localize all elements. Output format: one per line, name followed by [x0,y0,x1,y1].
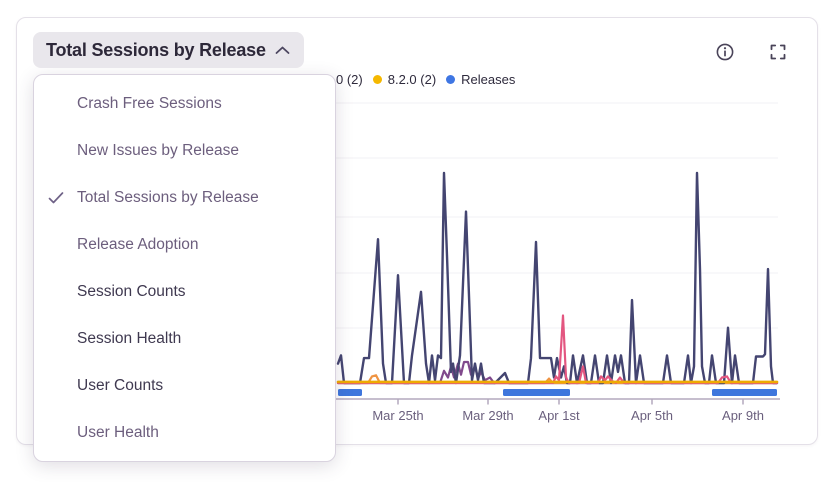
x-axis-tick-label: Mar 29th [462,408,513,423]
release-bar[interactable] [503,389,570,396]
widget-title-dropdown-button[interactable]: Total Sessions by Release [33,32,304,68]
legend-item-label: 0 (2) [336,72,363,87]
legend-item-0-2-[interactable]: 0 (2) [336,72,363,87]
menu-item-user-health[interactable]: User Health [34,409,335,456]
menu-item-session-counts[interactable]: Session Counts [34,268,335,315]
release-bar[interactable] [338,389,362,396]
menu-item-label: User Health [77,424,159,442]
menu-item-label: Release Adoption [77,236,199,254]
menu-item-label: Session Health [77,330,181,348]
chart-legend: 0 (2) 8.2.0 (2) Releases [336,72,515,87]
legend-item-label: 8.2.0 (2) [388,72,436,87]
x-axis-tick-label: Mar 25th [372,408,423,423]
dashboard-page: Total Sessions by Release 0 (2) 8.2.0 (2)… [0,0,832,482]
legend-dot-icon [446,75,455,84]
release-bar[interactable] [712,389,777,396]
menu-item-label: Session Counts [77,283,186,301]
chevron-up-icon [275,46,290,55]
widget-title: Total Sessions by Release [46,40,266,61]
menu-item-release-adoption[interactable]: Release Adoption [34,221,335,268]
menu-item-user-counts[interactable]: User Counts [34,362,335,409]
series-total-sessions [338,173,777,383]
widget-type-menu: Crash Free Sessions New Issues by Release… [33,74,336,462]
x-axis-tick-label: Apr 9th [722,408,764,423]
widget-header-actions [715,42,788,62]
menu-item-label: User Counts [77,377,163,395]
chart-area[interactable]: Mar 25th Mar 29th Apr 1st Apr 5th Apr 9th [330,95,790,425]
menu-item-label: Total Sessions by Release [77,189,259,207]
menu-item-total-sessions-by-release[interactable]: Total Sessions by Release [34,174,335,221]
x-axis-tick-label: Apr 5th [631,408,673,423]
expand-icon[interactable] [768,42,788,62]
x-axis-tick-label: Apr 1st [538,408,580,423]
check-icon [48,191,64,204]
legend-dot-icon [373,75,382,84]
menu-item-session-health[interactable]: Session Health [34,315,335,362]
menu-item-new-issues-by-release[interactable]: New Issues by Release [34,127,335,174]
menu-item-label: New Issues by Release [77,142,239,160]
sessions-chart: Mar 25th Mar 29th Apr 1st Apr 5th Apr 9th [330,95,790,425]
legend-item-8.2.0-2-[interactable]: 8.2.0 (2) [373,72,436,87]
menu-item-label: Crash Free Sessions [77,95,222,113]
menu-item-crash-free-sessions[interactable]: Crash Free Sessions [34,80,335,127]
info-icon[interactable] [715,42,735,62]
legend-item-releases[interactable]: Releases [446,72,515,87]
legend-item-label: Releases [461,72,515,87]
